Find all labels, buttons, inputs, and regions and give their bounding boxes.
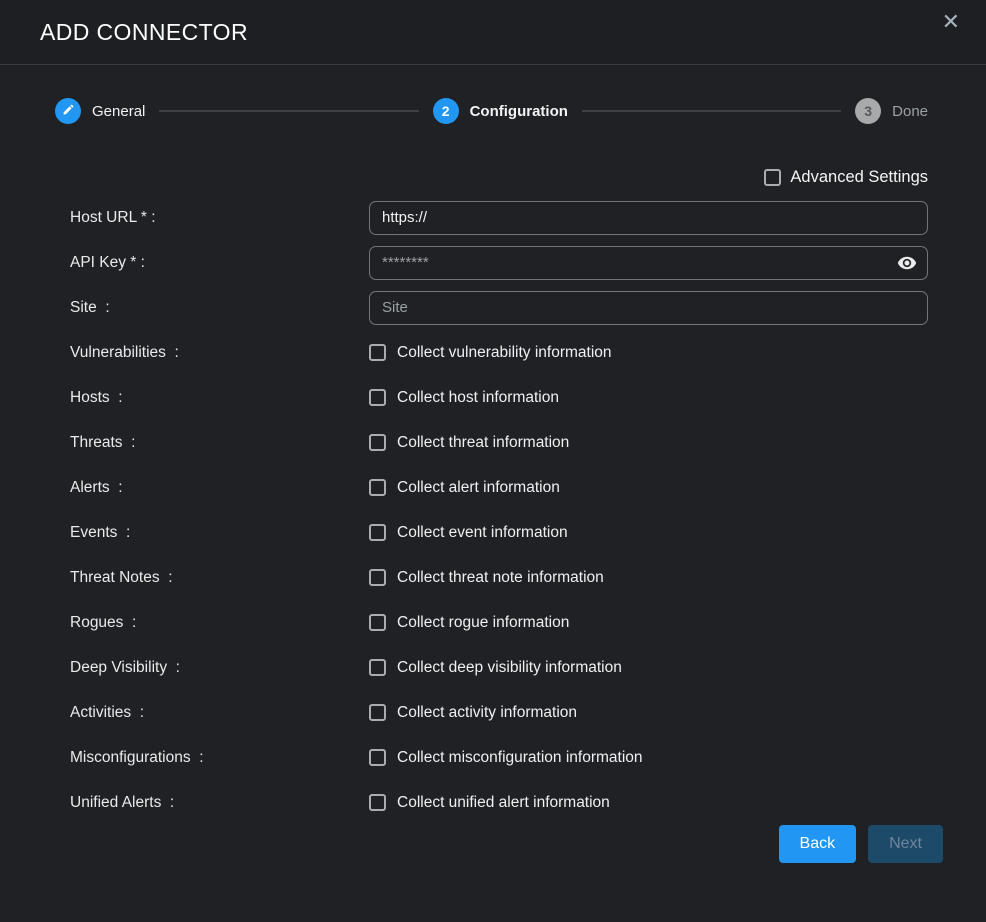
checkbox-rows: Vulnerabilities : Collect vulnerability … — [0, 330, 986, 825]
api-key-label: API Key * : — [70, 254, 369, 272]
checkbox-row: Vulnerabilities : Collect vulnerability … — [0, 330, 986, 375]
collect-checkbox[interactable] — [369, 569, 386, 586]
field-label: Misconfigurations : — [70, 749, 369, 767]
wizard-stepper: General 2 Configuration 3 Done — [55, 98, 928, 124]
collect-checkbox-label[interactable]: Collect deep visibility information — [397, 659, 622, 677]
step-connector — [159, 110, 418, 112]
collect-checkbox-label[interactable]: Collect event information — [397, 524, 568, 542]
collect-checkbox-label[interactable]: Collect activity information — [397, 704, 577, 722]
collect-checkbox[interactable] — [369, 524, 386, 541]
collect-checkbox[interactable] — [369, 704, 386, 721]
collect-checkbox-label[interactable]: Collect host information — [397, 389, 559, 407]
dialog-title: ADD CONNECTOR — [40, 19, 248, 46]
collect-checkbox[interactable] — [369, 614, 386, 631]
collect-checkbox[interactable] — [369, 344, 386, 361]
step-configuration-label: Configuration — [470, 103, 568, 120]
field-label: Events : — [70, 524, 369, 542]
step-done[interactable]: 3 Done — [855, 98, 928, 124]
field-label: Alerts : — [70, 479, 369, 497]
api-key-input[interactable] — [369, 246, 928, 280]
back-button[interactable]: Back — [779, 825, 857, 863]
collect-checkbox[interactable] — [369, 794, 386, 811]
site-row: Site : — [0, 285, 986, 330]
footer: Back Next — [0, 825, 943, 863]
collect-checkbox[interactable] — [369, 479, 386, 496]
checkbox-row: Alerts : Collect alert information — [0, 465, 986, 510]
collect-checkbox[interactable] — [369, 749, 386, 766]
field-label: Threat Notes : — [70, 569, 369, 587]
site-label: Site : — [70, 299, 369, 317]
field-label: Deep Visibility : — [70, 659, 369, 677]
advanced-settings-label[interactable]: Advanced Settings — [790, 168, 928, 187]
modal-header: ADD CONNECTOR ✕ — [0, 0, 986, 65]
checkbox-row: Unified Alerts : Collect unified alert i… — [0, 780, 986, 825]
checkbox-row: Threats : Collect threat information — [0, 420, 986, 465]
checkbox-row: Events : Collect event information — [0, 510, 986, 555]
checkbox-row: Misconfigurations : Collect misconfigura… — [0, 735, 986, 780]
collect-checkbox-label[interactable]: Collect rogue information — [397, 614, 569, 632]
checkbox-row: Deep Visibility : Collect deep visibilit… — [0, 645, 986, 690]
pencil-icon — [62, 103, 75, 119]
field-label: Hosts : — [70, 389, 369, 407]
collect-checkbox-label[interactable]: Collect alert information — [397, 479, 560, 497]
checkbox-row: Activities : Collect activity informatio… — [0, 690, 986, 735]
host-url-row: Host URL * : — [0, 195, 986, 240]
step-done-label: Done — [892, 103, 928, 120]
field-label: Vulnerabilities : — [70, 344, 369, 362]
collect-checkbox-label[interactable]: Collect threat note information — [397, 569, 604, 587]
eye-icon[interactable] — [897, 253, 917, 273]
step-connector — [582, 110, 841, 112]
field-label: Threats : — [70, 434, 369, 452]
field-label: Rogues : — [70, 614, 369, 632]
collect-checkbox-label[interactable]: Collect misconfiguration information — [397, 749, 643, 767]
step-configuration[interactable]: 2 Configuration — [433, 98, 568, 124]
close-icon[interactable]: ✕ — [942, 9, 960, 35]
step-general-indicator — [55, 98, 81, 124]
host-url-input[interactable] — [369, 201, 928, 235]
api-key-row: API Key * : — [0, 240, 986, 285]
step-general-label: General — [92, 103, 145, 120]
step-configuration-indicator: 2 — [433, 98, 459, 124]
advanced-settings-checkbox[interactable] — [764, 169, 781, 186]
field-label: Unified Alerts : — [70, 794, 369, 812]
site-input[interactable] — [369, 291, 928, 325]
field-label: Activities : — [70, 704, 369, 722]
collect-checkbox-label[interactable]: Collect vulnerability information — [397, 344, 612, 362]
collect-checkbox-label[interactable]: Collect unified alert information — [397, 794, 610, 812]
configuration-form: Host URL * : API Key * : Site : Vulnerab… — [0, 195, 986, 825]
host-url-label: Host URL * : — [70, 209, 369, 227]
step-general[interactable]: General — [55, 98, 145, 124]
checkbox-row: Hosts : Collect host information — [0, 375, 986, 420]
next-button[interactable]: Next — [868, 825, 943, 863]
collect-checkbox[interactable] — [369, 659, 386, 676]
collect-checkbox-label[interactable]: Collect threat information — [397, 434, 569, 452]
collect-checkbox[interactable] — [369, 389, 386, 406]
checkbox-row: Threat Notes : Collect threat note infor… — [0, 555, 986, 600]
collect-checkbox[interactable] — [369, 434, 386, 451]
advanced-settings-row: Advanced Settings — [0, 164, 928, 190]
checkbox-row: Rogues : Collect rogue information — [0, 600, 986, 645]
step-done-indicator: 3 — [855, 98, 881, 124]
